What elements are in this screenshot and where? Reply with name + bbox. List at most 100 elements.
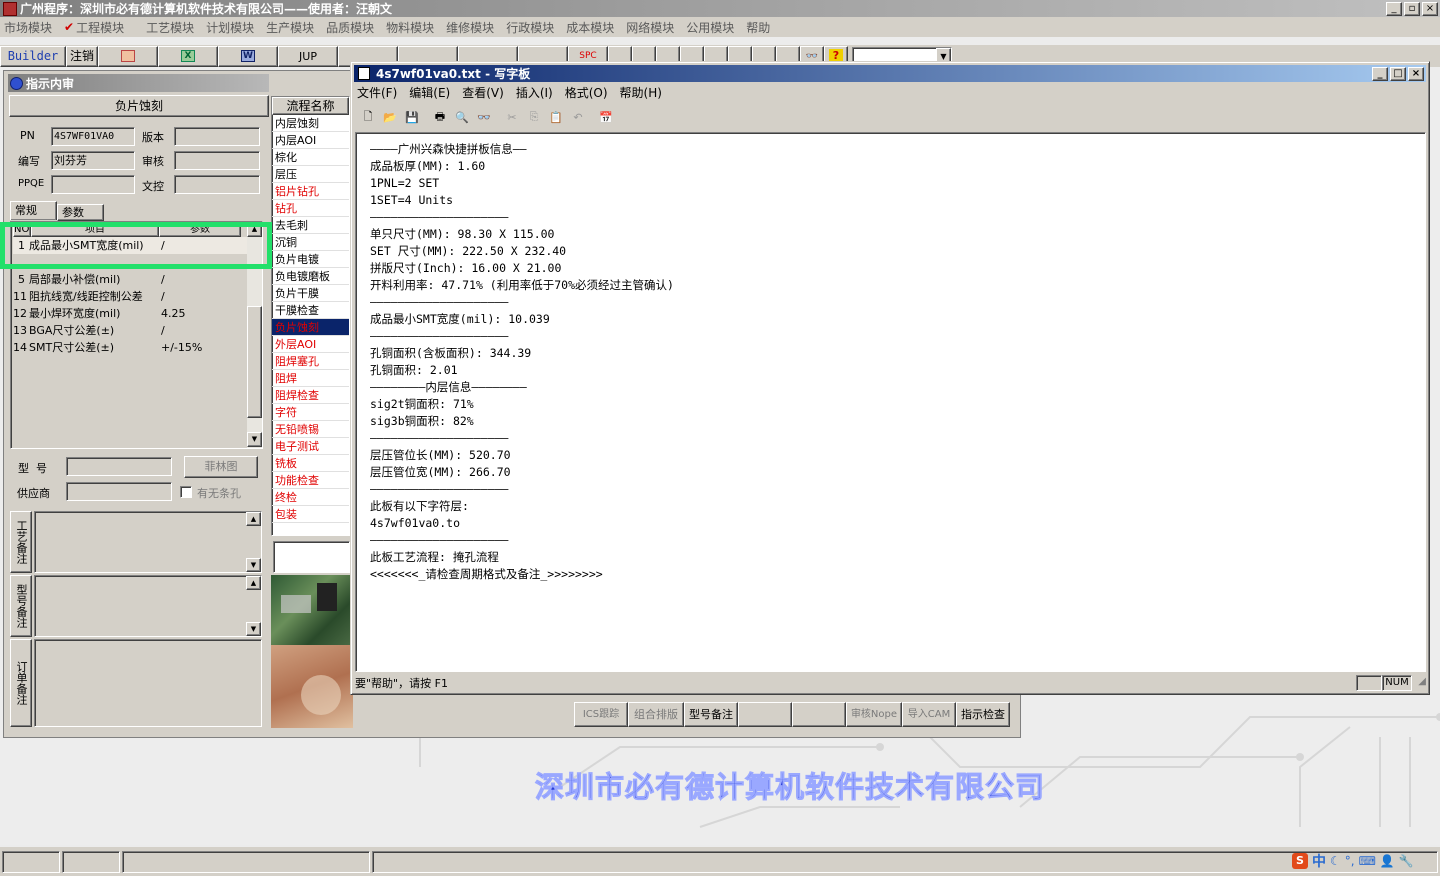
ppqe-field[interactable] — [51, 175, 135, 194]
keyboard-icon[interactable]: ⌨ — [1359, 854, 1376, 868]
process-item[interactable]: 阻焊塞孔 — [272, 353, 349, 370]
user-icon[interactable]: 👤 — [1380, 854, 1395, 868]
process-item[interactable]: 棕化 — [272, 149, 349, 166]
moon-icon[interactable]: ☾ — [1330, 854, 1341, 868]
print-preview-icon[interactable]: 🔍 — [451, 106, 473, 128]
process-item[interactable]: 阻焊 — [272, 370, 349, 387]
process-item[interactable]: 铝片钻孔 — [272, 183, 349, 200]
model-memo-button[interactable]: 型号备注 — [684, 702, 738, 727]
model-memo-field[interactable]: ▲ ▼ — [34, 575, 262, 637]
process-item[interactable]: 负片电镀 — [272, 251, 349, 268]
menu-process[interactable]: 工艺模块 — [146, 19, 194, 36]
pn-field[interactable]: 4S7WF01VA0 — [51, 127, 135, 146]
wp-menu-help[interactable]: 帮助(H) — [620, 84, 662, 101]
tab-params[interactable]: 参数 — [57, 204, 104, 221]
memo1-scroll-down[interactable]: ▼ — [246, 558, 261, 572]
process-item[interactable]: 层压 — [272, 166, 349, 183]
wordpad-document[interactable]: ————广州兴森快捷拼板信息—— 成品板厚(MM): 1.60 1PNL=2 SET… — [355, 132, 1426, 672]
menu-admin[interactable]: 行政模块 — [506, 19, 554, 36]
logout-button[interactable]: 注销 — [66, 45, 98, 67]
process-item[interactable]: 包装 — [272, 506, 349, 523]
grid-row[interactable]: 11 阻抗线宽/线距控制公差 / — [13, 288, 262, 305]
tools-icon[interactable]: 🔧 — [1399, 854, 1414, 868]
wp-menu-file[interactable]: 文件(F) — [357, 84, 397, 101]
audit-field[interactable] — [174, 151, 260, 170]
resize-grip-icon[interactable]: ◢ — [1412, 676, 1426, 690]
process-item[interactable]: 干膜检查 — [272, 302, 349, 319]
doc-control-field[interactable] — [174, 175, 260, 194]
process-item[interactable]: 终检 — [272, 489, 349, 506]
process-item[interactable]: 负片蚀刻 — [272, 319, 349, 336]
grid-row[interactable]: 12 最小焊环宽度(mil) 4.25 — [13, 305, 262, 322]
wp-menu-format[interactable]: 格式(O) — [565, 84, 608, 101]
restore-button[interactable]: ▫ — [1404, 1, 1420, 16]
find-icon[interactable]: 👓 — [473, 106, 495, 128]
instruction-check-button[interactable]: 指示检查 — [956, 702, 1010, 727]
builder-button[interactable]: Builder — [0, 45, 66, 67]
model-field[interactable] — [66, 457, 172, 476]
jup-button[interactable]: JUP — [278, 45, 338, 67]
process-search-field[interactable] — [273, 541, 350, 573]
wordpad-maximize-button[interactable]: □ — [1390, 66, 1406, 81]
wp-menu-insert[interactable]: 插入(I) — [516, 84, 553, 101]
menu-engineering[interactable]: 工程模块 — [76, 19, 124, 36]
scroll-thumb[interactable] — [247, 306, 262, 418]
writer-field[interactable]: 刘芬芳 — [51, 151, 135, 170]
open-folder-icon[interactable]: 📂 — [379, 106, 401, 128]
supplier-field[interactable] — [66, 482, 172, 501]
wp-menu-view[interactable]: 查看(V) — [462, 84, 504, 101]
process-item[interactable]: 负电镀磨板 — [272, 268, 349, 285]
menu-market[interactable]: 市场模块 — [4, 19, 52, 36]
process-item[interactable]: 钻孔 — [272, 200, 349, 217]
save-icon[interactable]: 💾 — [401, 106, 423, 128]
process-item[interactable]: 铣板 — [272, 455, 349, 472]
powerpoint-button[interactable] — [98, 45, 158, 67]
process-item[interactable]: 内层AOI — [272, 132, 349, 149]
tab-general[interactable]: 常规 — [10, 201, 57, 220]
minimize-button[interactable]: _ — [1386, 1, 1402, 16]
menu-quality[interactable]: 品质模块 — [326, 19, 374, 36]
process-item[interactable]: 去毛刺 — [272, 217, 349, 234]
menu-plan[interactable]: 计划模块 — [206, 19, 254, 36]
menu-common[interactable]: 公用模块 — [686, 19, 734, 36]
review-nope-button[interactable]: 审核Nope — [846, 702, 902, 727]
grid-row[interactable]: 5 局部最小补偿(mil) / — [13, 271, 262, 288]
memo2-scroll-down[interactable]: ▼ — [246, 622, 261, 636]
ime-chinese-indicator[interactable]: 中 — [1312, 851, 1326, 871]
undo-icon[interactable]: ↶ — [567, 106, 589, 128]
process-item[interactable]: 负片干膜 — [272, 285, 349, 302]
blank-button-2[interactable] — [792, 702, 846, 727]
excel-button[interactable]: X — [158, 45, 218, 67]
close-button[interactable]: × — [1422, 1, 1438, 16]
wordpad-minimize-button[interactable]: _ — [1372, 66, 1388, 81]
scroll-down-button[interactable]: ▼ — [247, 432, 262, 447]
process-item[interactable]: 沉铜 — [272, 234, 349, 251]
process-item[interactable]: 内层蚀刻 — [272, 115, 349, 132]
grid-row[interactable]: 14 SMT尺寸公差(±) +/-15% — [13, 339, 262, 356]
memo2-scroll-up[interactable]: ▲ — [246, 576, 261, 590]
import-cam-button[interactable]: 导入CAM — [902, 702, 956, 727]
order-memo-field[interactable] — [34, 639, 262, 727]
sogou-icon[interactable]: S — [1292, 853, 1308, 869]
process-item[interactable]: 电子测试 — [272, 438, 349, 455]
copy-icon[interactable]: ⎘ — [523, 106, 545, 128]
word-button[interactable]: W — [218, 45, 278, 67]
menu-production[interactable]: 生产模块 — [266, 19, 314, 36]
menu-network[interactable]: 网络模块 — [626, 19, 674, 36]
grid-row[interactable]: 13 BGA尺寸公差(±) / — [13, 322, 262, 339]
wordpad-close-button[interactable]: × — [1408, 66, 1424, 81]
new-file-icon[interactable]: 🗋 — [357, 106, 379, 128]
combine-layout-button[interactable]: 组合排版 — [628, 702, 684, 727]
process-item[interactable]: 无铅喷锡 — [272, 421, 349, 438]
process-item[interactable]: 外层AOI — [272, 336, 349, 353]
film-diagram-button[interactable]: 菲林图 — [184, 456, 258, 478]
version-field[interactable] — [174, 127, 260, 146]
ics-track-button[interactable]: ICS跟踪 — [574, 702, 628, 727]
process-item[interactable]: 字符 — [272, 404, 349, 421]
cut-icon[interactable]: ✂ — [501, 106, 523, 128]
datetime-icon[interactable]: 📅 — [595, 106, 617, 128]
print-icon[interactable]: 🖶 — [429, 106, 451, 128]
blank-button-1[interactable] — [738, 702, 792, 727]
process-item[interactable]: 阻焊检查 — [272, 387, 349, 404]
menu-maintenance[interactable]: 维修模块 — [446, 19, 494, 36]
